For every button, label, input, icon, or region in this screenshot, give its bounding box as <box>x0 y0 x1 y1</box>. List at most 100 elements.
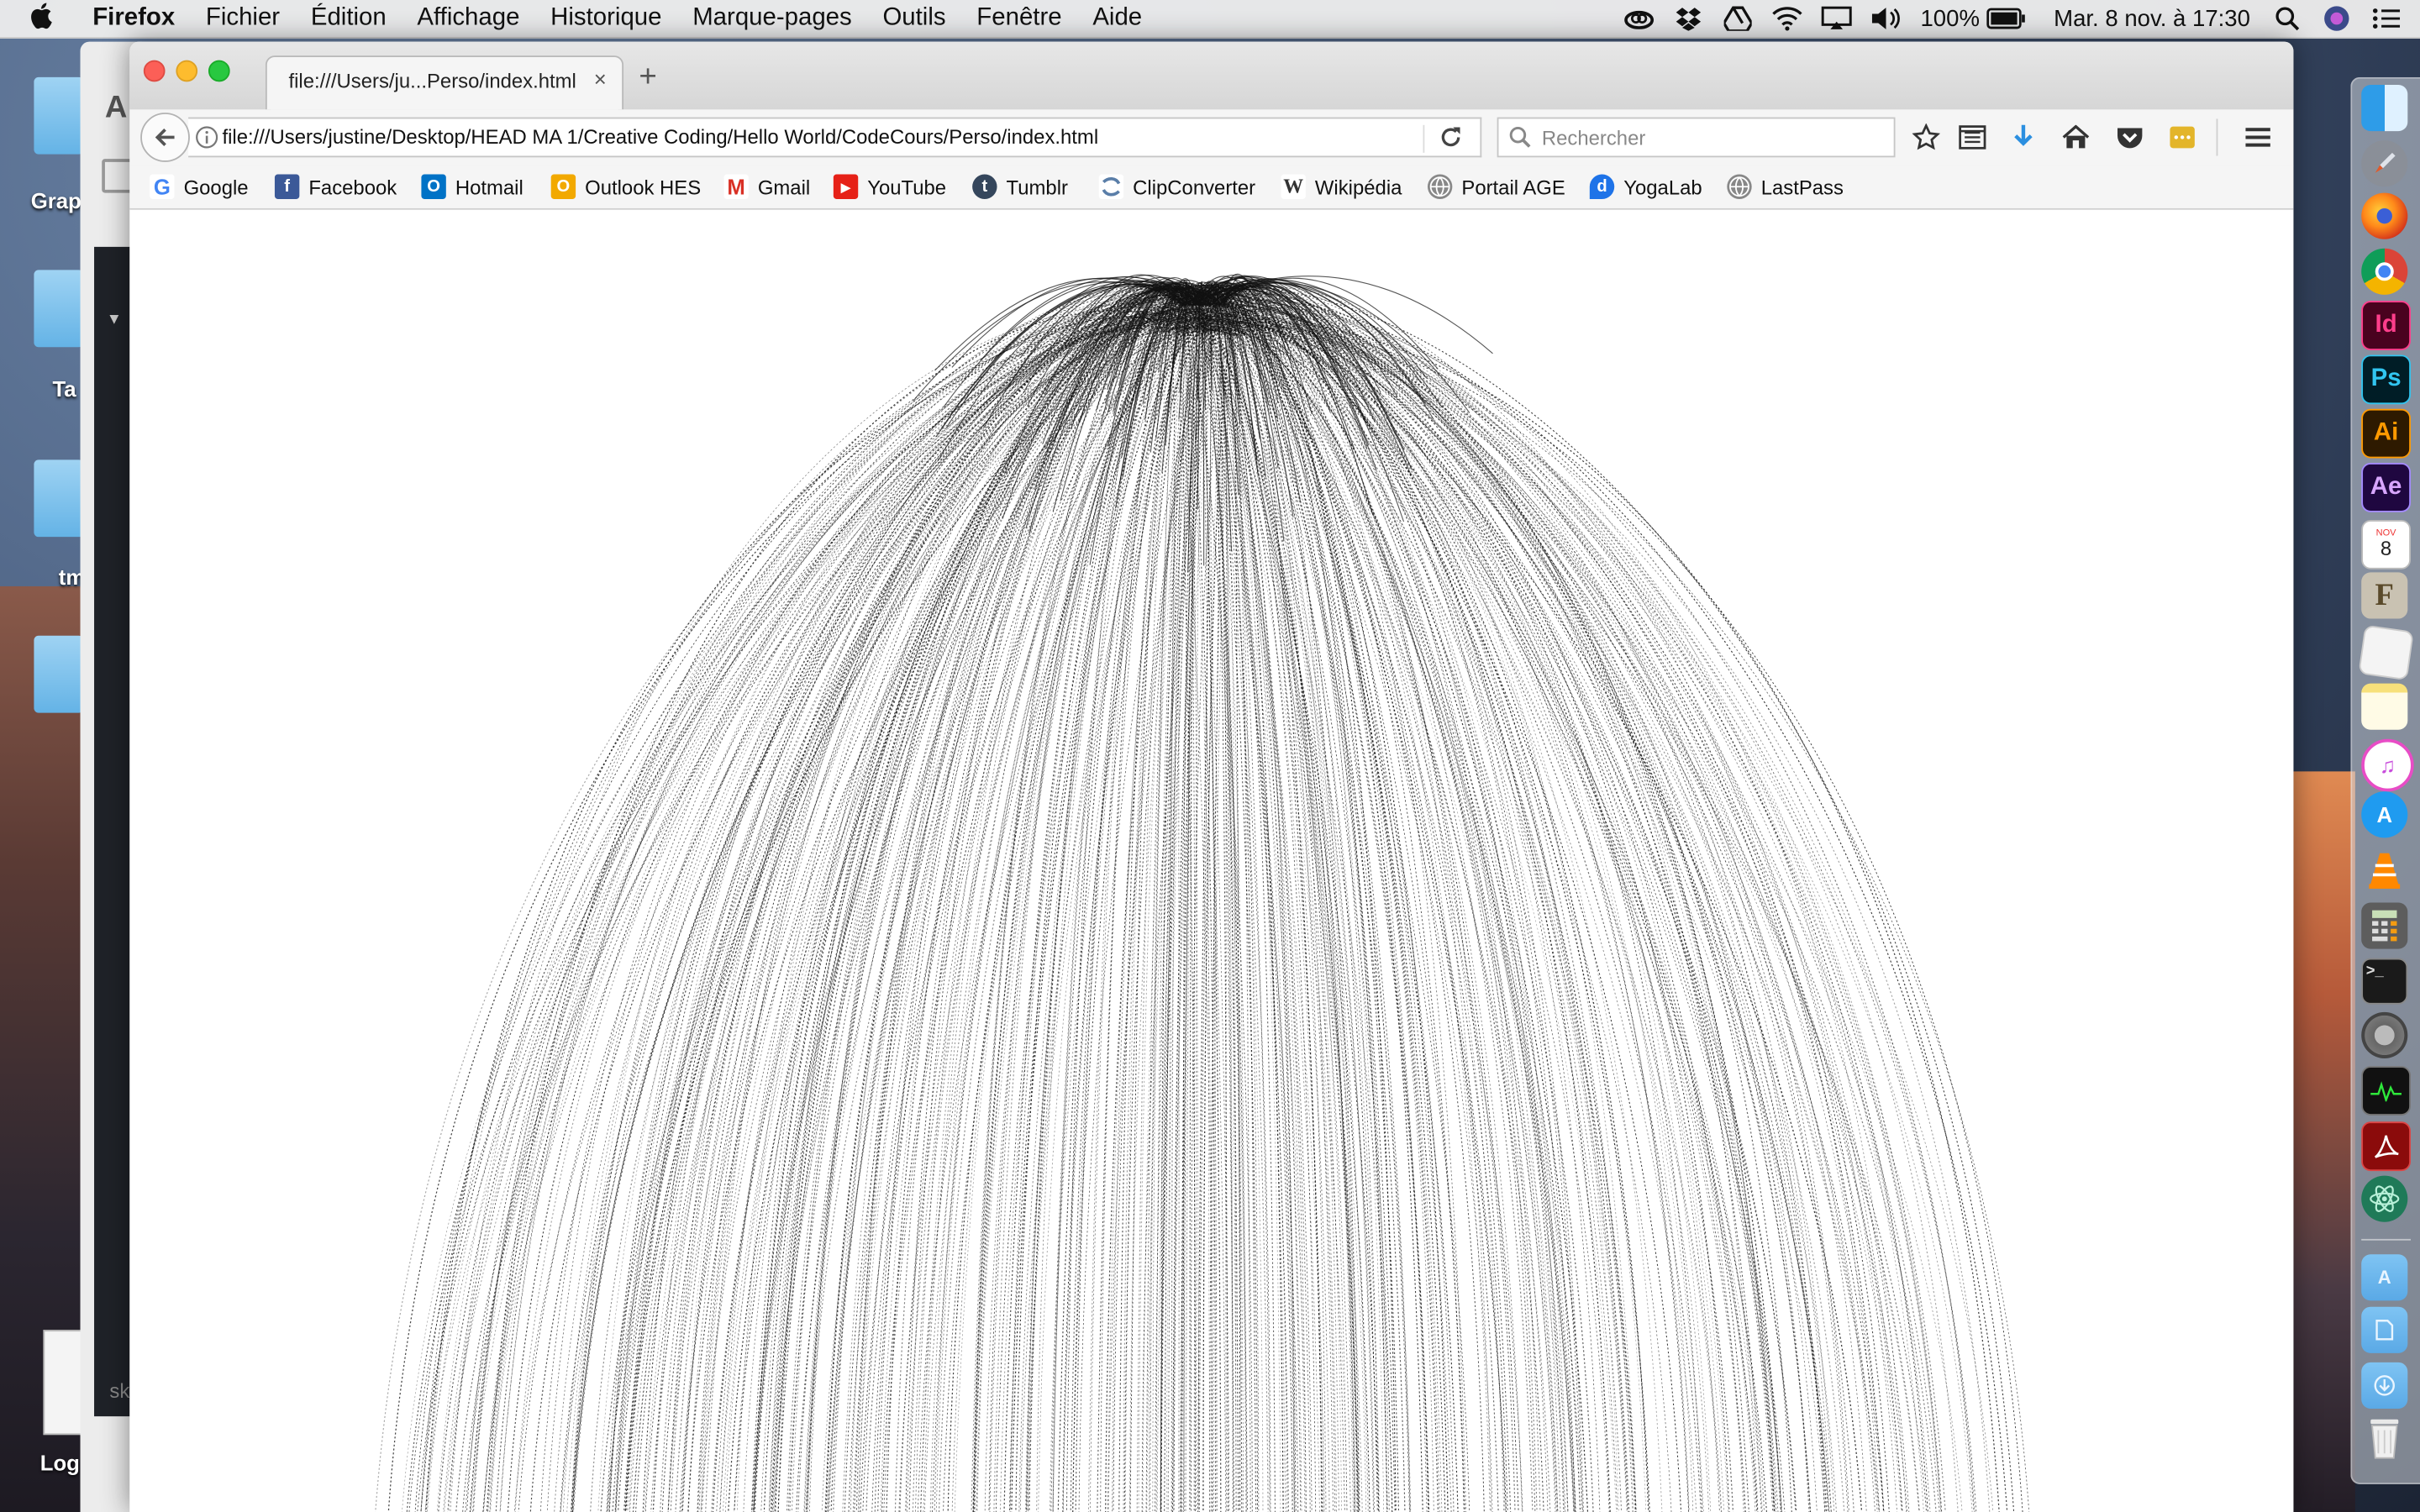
menu-fenetre[interactable]: Fenêtre <box>976 5 1061 33</box>
chrome-icon[interactable] <box>2361 248 2408 295</box>
aftereffects-icon[interactable]: Ae <box>2361 463 2411 512</box>
menubar-clock[interactable]: Mar. 8 nov. à 17:30 <box>2054 5 2250 31</box>
minimize-window-button[interactable] <box>176 60 198 82</box>
url-bar[interactable]: file:///Users/justine/Desktop/HEAD MA 1/… <box>188 117 1482 158</box>
fountain-strand <box>571 321 1227 1512</box>
bookmark-lastpass[interactable]: LastPass <box>1727 173 1844 201</box>
dropbox-icon[interactable] <box>1674 6 1705 31</box>
desktop-folder-icon[interactable] <box>34 270 84 348</box>
back-button[interactable] <box>140 113 190 162</box>
battery-percent[interactable]: 100% <box>1920 5 1979 31</box>
terminal-icon[interactable]: >_ <box>2361 958 2408 1005</box>
bookmark-label: LastPass <box>1760 175 1844 199</box>
fountain-strand <box>563 286 1228 1512</box>
menu-aide[interactable]: Aide <box>1092 5 1142 33</box>
bookmark-clipconverter[interactable]: ClipConverter <box>1098 173 1256 201</box>
itunes-icon[interactable]: ♫ <box>2361 738 2414 792</box>
indesign-icon[interactable]: Id <box>2361 301 2411 350</box>
downloads-icon[interactable] <box>2008 122 2039 153</box>
activitymonitor-icon[interactable] <box>2361 1066 2411 1116</box>
fountain-strand <box>1181 290 1576 1512</box>
reading-list-icon[interactable] <box>1957 122 1988 153</box>
apple-icon[interactable] <box>31 1 65 36</box>
fountain-strand <box>1202 324 1910 1512</box>
vlc-icon[interactable] <box>2361 847 2407 893</box>
desktop-file-icon[interactable] <box>43 1330 84 1436</box>
bookmark-outlook-hes[interactable]: O Outlook HES <box>550 173 702 201</box>
calculator-icon[interactable] <box>2361 902 2408 949</box>
close-window-button[interactable] <box>143 60 166 82</box>
menu-outils[interactable]: Outils <box>882 5 945 33</box>
background-editor-label: sk <box>109 1379 130 1403</box>
calendar-icon[interactable]: NOV 8 <box>2361 519 2411 570</box>
trash-icon[interactable] <box>2361 1415 2407 1461</box>
menu-edition[interactable]: Édition <box>311 5 387 33</box>
zoom-window-button[interactable] <box>208 60 230 82</box>
page-content[interactable] <box>129 209 2294 1512</box>
systemprefs-icon[interactable] <box>2361 1011 2408 1058</box>
textedit-icon[interactable] <box>2358 624 2414 681</box>
google-drive-icon[interactable] <box>1723 6 1754 31</box>
url-text[interactable]: file:///Users/justine/Desktop/HEAD MA 1/… <box>222 125 1098 149</box>
user-avatar-icon[interactable] <box>2321 6 2352 31</box>
hamburger-menu-icon[interactable] <box>2243 122 2274 153</box>
bookmark-label: Outlook HES <box>585 175 702 199</box>
applications-folder-icon[interactable]: A <box>2361 1254 2408 1301</box>
notification-center-icon[interactable] <box>2370 6 2402 30</box>
home-icon[interactable] <box>2060 122 2091 153</box>
reload-icon[interactable] <box>1439 125 1466 153</box>
menu-affichage[interactable]: Affichage <box>417 5 519 33</box>
photoshop-icon[interactable]: Ps <box>2361 354 2411 405</box>
bookmark-google[interactable]: G Google <box>150 173 249 201</box>
spotlight-search-icon[interactable] <box>2272 6 2303 31</box>
desktop-folder-icon[interactable] <box>34 459 84 538</box>
pocket-icon[interactable] <box>2114 122 2145 153</box>
acrobat-icon[interactable] <box>2361 1121 2411 1172</box>
menu-app-firefox[interactable]: Firefox <box>92 5 175 33</box>
desktop-folder-icon[interactable] <box>34 76 84 155</box>
illustrator-icon[interactable]: Ai <box>2361 408 2411 459</box>
launchpad-icon[interactable] <box>2361 140 2408 187</box>
appstore-icon[interactable]: A <box>2361 791 2408 838</box>
menu-fichier[interactable]: Fichier <box>206 5 280 33</box>
bookmark-tumblr[interactable]: t Tumblr <box>972 173 1068 201</box>
bookmark-star-icon[interactable] <box>1911 122 1942 153</box>
bookmark-wikipedia[interactable]: W Wikipédia <box>1281 173 1402 201</box>
documents-folder-icon[interactable] <box>2361 1306 2408 1353</box>
site-info-icon[interactable] <box>194 125 218 150</box>
battery-icon[interactable] <box>1986 6 2026 30</box>
airplay-icon[interactable] <box>1822 6 1853 30</box>
fountain-strand <box>807 310 1195 1512</box>
wifi-icon[interactable] <box>1772 6 1803 31</box>
bookmark-label: Facebook <box>308 175 397 199</box>
tab-title: file:///Users/ju...Perso/index.html <box>288 69 576 93</box>
notes-icon[interactable] <box>2361 683 2408 730</box>
fountain-strand <box>1170 297 1650 1512</box>
atom-icon[interactable] <box>2361 1175 2408 1222</box>
titlebar[interactable]: file:///Users/ju...Perso/index.html × + <box>129 41 2294 110</box>
bookmark-yogalab[interactable]: d YogaLab <box>1589 173 1702 201</box>
search-icon <box>1507 125 1532 150</box>
new-tab-button[interactable]: + <box>639 60 656 96</box>
lastpass-extension-icon[interactable] <box>2167 122 2198 153</box>
firefox-icon[interactable] <box>2361 192 2408 239</box>
desktop-folder-icon[interactable] <box>34 635 84 713</box>
volume-icon[interactable] <box>1871 6 1902 30</box>
bookmark-label: ClipConverter <box>1133 175 1256 199</box>
search-bar[interactable]: Rechercher <box>1497 117 1896 158</box>
bookmark-label: Gmail <box>757 175 811 199</box>
menu-marque-pages[interactable]: Marque-pages <box>692 5 851 33</box>
finder-icon[interactable] <box>2361 85 2408 132</box>
bookmark-youtube[interactable]: ▶ YouTube <box>833 173 946 201</box>
bookmark-gmail[interactable]: M Gmail <box>723 173 810 201</box>
menu-historique[interactable]: Historique <box>550 5 661 33</box>
creative-cloud-icon[interactable] <box>1624 6 1655 30</box>
bookmark-portail-age[interactable]: Portail AGE <box>1427 173 1565 201</box>
bookmark-hotmail[interactable]: O Hotmail <box>421 173 523 201</box>
downloads-folder-icon[interactable] <box>2361 1362 2408 1409</box>
bookmark-facebook[interactable]: f Facebook <box>274 173 397 201</box>
tab-close-icon[interactable]: × <box>594 66 607 91</box>
chevron-down-icon[interactable]: ▼ <box>107 312 122 328</box>
tab-active[interactable]: file:///Users/ju...Perso/index.html × <box>265 55 624 110</box>
fontbook-icon[interactable]: F <box>2361 572 2408 619</box>
